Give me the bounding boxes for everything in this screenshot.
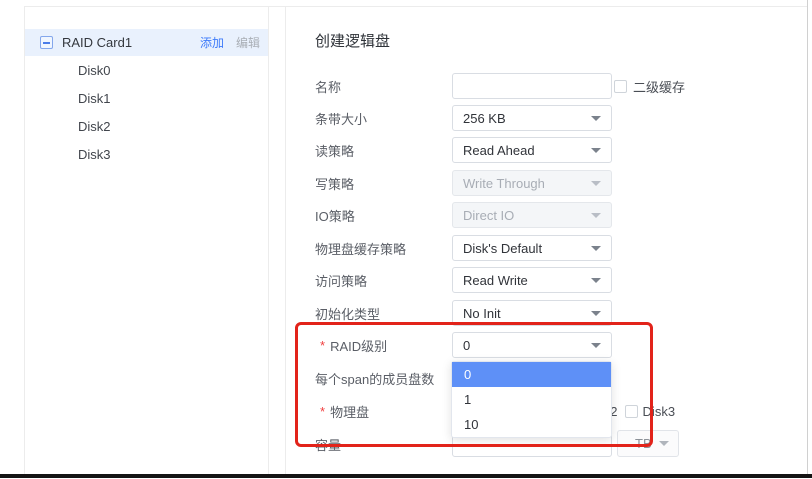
raid-level-dropdown: 0 1 10 [451, 361, 612, 438]
init-type-label: 初始化类型 [315, 300, 380, 326]
stripe-size-label: 条带大小 [315, 105, 367, 131]
access-policy-value: Read Write [463, 273, 528, 288]
tree-node-label: RAID Card1 [62, 35, 132, 50]
chevron-down-icon [591, 148, 601, 153]
access-policy-label: 访问策略 [315, 267, 367, 293]
tree-node-label: Disk0 [78, 63, 111, 78]
init-type-select[interactable]: No Init [452, 300, 612, 326]
create-logical-disk-page: RAID Card1 添加 编辑 Disk0 Disk1 Disk2 Disk3… [0, 0, 812, 479]
physical-disk-option-disk3[interactable]: Disk3 [625, 404, 676, 419]
sidebar-divider [268, 7, 269, 474]
raid-level-label: * RAID级别 [320, 332, 387, 358]
pd-cache-policy-label: 物理盘缓存策略 [315, 235, 406, 261]
capacity-label: 容量 [315, 431, 341, 457]
raid-level-select[interactable]: 0 [452, 332, 612, 358]
edit-link[interactable]: 编辑 [236, 34, 260, 51]
read-policy-select[interactable]: Read Ahead [452, 137, 612, 163]
raid-level-value: 0 [463, 338, 470, 353]
secondary-cache-label: 二级缓存 [633, 73, 685, 99]
frame-right-border [807, 0, 808, 474]
name-label: 名称 [315, 73, 341, 99]
tree-node-disk0[interactable]: Disk0 [78, 56, 228, 84]
tree-node-disk3[interactable]: Disk3 [78, 140, 228, 168]
collapse-minus-icon[interactable] [40, 36, 53, 49]
tree-actions: 添加 编辑 [200, 34, 268, 51]
chevron-down-icon [591, 213, 601, 218]
required-asterisk: * [320, 338, 325, 353]
pd-cache-policy-value: Disk's Default [463, 241, 542, 256]
chevron-down-icon [591, 181, 601, 186]
chevron-down-icon [659, 441, 669, 446]
tree-node-disk1[interactable]: Disk1 [78, 84, 228, 112]
chevron-down-icon [591, 116, 601, 121]
physical-disks-label: * 物理盘 [320, 398, 369, 424]
raid-level-option-1[interactable]: 1 [452, 387, 611, 412]
span-members-label: 每个span的成员盘数 [315, 365, 434, 391]
chevron-down-icon [591, 311, 601, 316]
capacity-unit-value: TB [635, 436, 652, 451]
chevron-down-icon [591, 278, 601, 283]
disk3-checkbox-label: Disk3 [643, 404, 676, 419]
secondary-cache-checkbox[interactable] [614, 80, 627, 93]
io-policy-label: IO策略 [315, 202, 355, 228]
name-input[interactable] [452, 73, 612, 99]
pd-cache-policy-select[interactable]: Disk's Default [452, 235, 612, 261]
page-title: 创建逻辑盘 [315, 30, 390, 51]
tree-node-label: Disk3 [78, 147, 111, 162]
raid-level-option-10[interactable]: 10 [452, 412, 611, 437]
stripe-size-value: 256 KB [463, 111, 506, 126]
init-type-value: No Init [463, 306, 501, 321]
capacity-unit-select[interactable]: TB [617, 430, 679, 457]
io-policy-value: Direct IO [463, 208, 514, 223]
tree-node-disk2[interactable]: Disk2 [78, 112, 228, 140]
write-policy-value: Write Through [463, 176, 545, 191]
access-policy-select[interactable]: Read Write [452, 267, 612, 293]
write-policy-select: Write Through [452, 170, 612, 196]
chevron-down-icon [591, 246, 601, 251]
stripe-size-select[interactable]: 256 KB [452, 105, 612, 131]
chevron-down-icon [591, 343, 601, 348]
tree-node-label: Disk1 [78, 91, 111, 106]
write-policy-label: 写策略 [315, 170, 354, 196]
tree-node-label: Disk2 [78, 119, 111, 134]
physical-disks-label-text: 物理盘 [330, 402, 369, 421]
main-panel-left-border [285, 7, 286, 474]
raid-level-label-text: RAID级别 [330, 336, 387, 355]
read-policy-label: 读策略 [315, 137, 354, 163]
disk3-checkbox[interactable] [625, 405, 638, 418]
read-policy-value: Read Ahead [463, 143, 535, 158]
required-asterisk: * [320, 404, 325, 419]
frame-top-border [24, 6, 807, 7]
window-bottom-edge [0, 474, 812, 478]
raid-level-option-0[interactable]: 0 [452, 362, 611, 387]
tree-node-raid-card[interactable]: RAID Card1 添加 编辑 [25, 29, 268, 56]
io-policy-select: Direct IO [452, 202, 612, 228]
add-link[interactable]: 添加 [200, 34, 224, 51]
frame-left-border [24, 6, 25, 474]
